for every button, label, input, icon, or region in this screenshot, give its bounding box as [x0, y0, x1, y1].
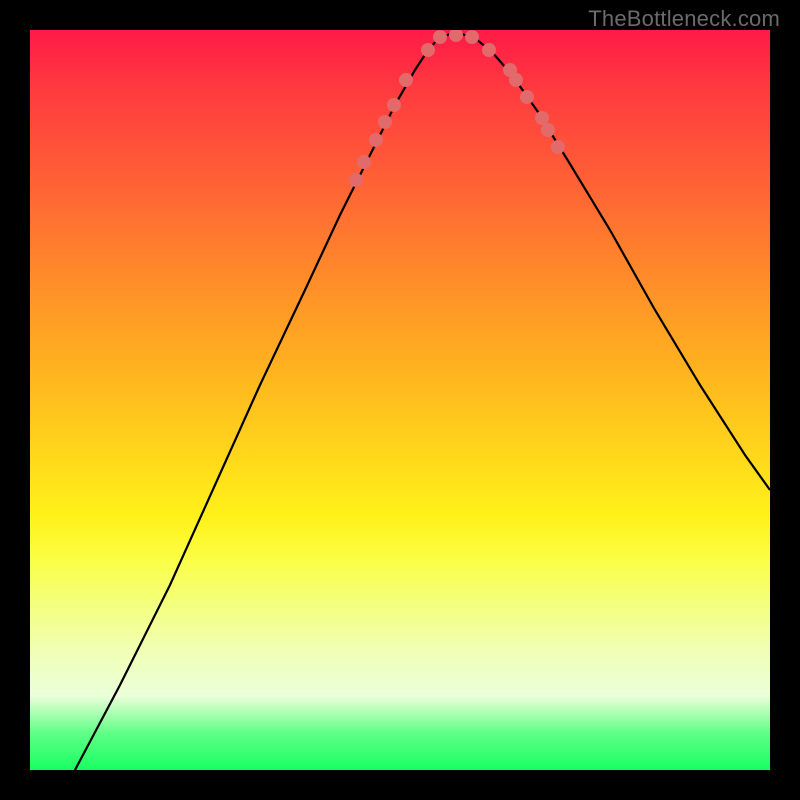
bottleneck-curve	[75, 34, 770, 770]
curve-markers	[349, 30, 565, 187]
curve-marker	[369, 133, 383, 147]
curve-marker	[349, 173, 363, 187]
curve-marker	[482, 43, 496, 57]
chart-svg	[30, 30, 770, 770]
chart-plot-area	[30, 30, 770, 770]
watermark-text: TheBottleneck.com	[588, 6, 780, 32]
curve-marker	[551, 140, 565, 154]
curve-marker	[378, 115, 392, 129]
curve-marker	[535, 111, 549, 125]
curve-marker	[433, 30, 447, 44]
curve-marker	[399, 73, 413, 87]
curve-marker	[357, 155, 371, 169]
curve-marker	[509, 73, 523, 87]
curve-marker	[421, 43, 435, 57]
curve-marker	[520, 90, 534, 104]
curve-marker	[465, 30, 479, 44]
curve-marker	[541, 123, 555, 137]
curve-marker	[449, 30, 463, 42]
curve-marker	[387, 98, 401, 112]
